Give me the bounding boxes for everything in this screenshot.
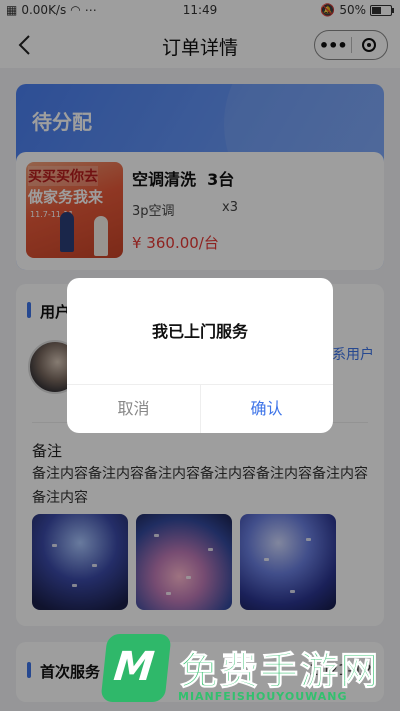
watermark-subtitle: MIANFEISHOUYOUWANG [178, 690, 348, 703]
confirm-button[interactable]: 确认 [200, 385, 333, 433]
confirm-dialog: 我已上门服务 取消 确认 [67, 278, 333, 433]
watermark-logo-letter: M [111, 644, 157, 690]
watermark-logo: M [100, 634, 172, 702]
watermark-title: 免费手游网 [179, 649, 381, 694]
dialog-title: 我已上门服务 [151, 322, 248, 341]
cancel-button[interactable]: 取消 [67, 385, 200, 433]
